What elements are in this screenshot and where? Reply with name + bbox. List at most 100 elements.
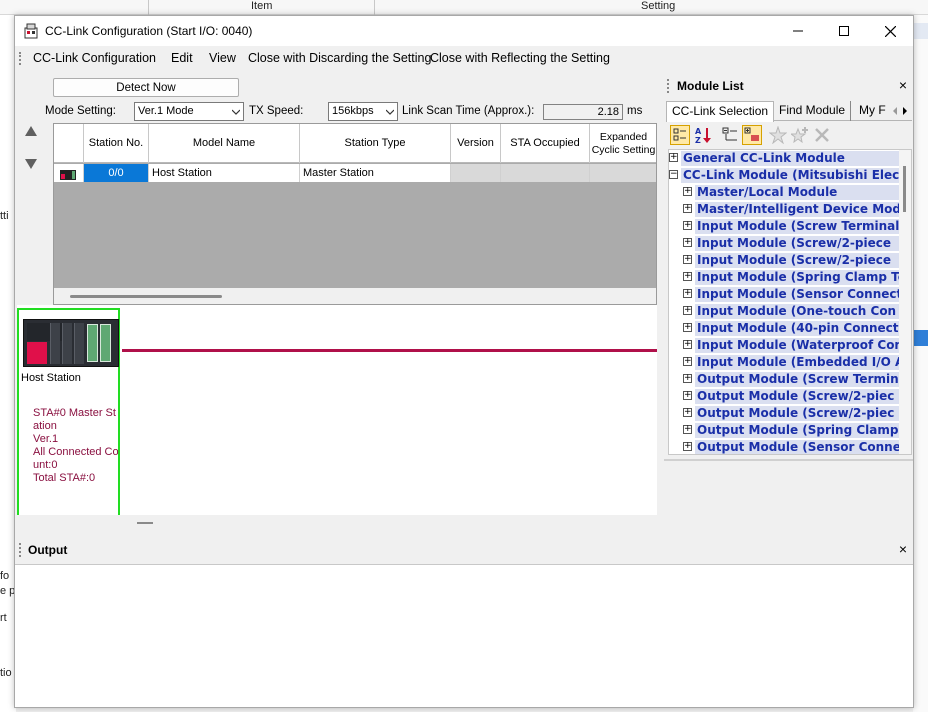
tab-find-module[interactable]: Find Module [774,101,852,121]
menu-cc-link-configuration[interactable]: CC-Link Configuration [33,51,156,65]
expand-plus-icon[interactable]: + [683,323,692,332]
cell-station-type[interactable]: Master Station [300,164,451,182]
expand-plus-icon[interactable]: + [669,153,678,162]
title-bar[interactable]: CC-Link Configuration (Start I/O: 0040) [15,16,913,46]
cell-sta-occupied[interactable] [501,164,590,182]
row-move-arrows [23,123,39,175]
svg-text:Z: Z [695,136,701,144]
grid-horizontal-scrollbar[interactable] [54,288,656,304]
module-tree-scrollbar[interactable] [899,150,911,454]
expand-plus-icon[interactable]: + [683,289,692,298]
add-favorite-button[interactable] [789,125,810,145]
station-info-line: Ver.1 [33,433,59,445]
module-list-title: Module List [677,79,744,93]
module-list-toolbar: A Z [668,123,912,147]
expand-plus-icon[interactable]: + [683,340,692,349]
menu-edit[interactable]: Edit [171,51,193,65]
tree-item-label: Input Module (Sensor Connect [697,287,903,301]
scrollbar-thumb[interactable] [903,166,906,212]
minimize-icon [793,30,803,32]
host-station-node[interactable]: Host Station STA#0 Master St ation Ver.1… [17,308,120,529]
expand-plus-icon[interactable]: + [683,272,692,281]
move-up-icon[interactable] [25,126,37,136]
menu-view[interactable]: View [209,51,236,65]
toolbar-grip[interactable] [19,52,21,65]
menu-close-reflect[interactable]: Close with Reflecting the Setting [430,51,610,65]
move-down-icon[interactable] [25,159,37,169]
expand-plus-icon[interactable]: + [683,238,692,247]
collapse-minus-icon[interactable]: − [669,170,678,179]
cell-expanded-cyclic[interactable] [590,164,656,182]
favorite-button[interactable] [768,125,788,145]
expand-plus-icon[interactable]: + [683,221,692,230]
station-info-line: unt:0 [33,459,58,471]
sort-alphabetical-button[interactable]: A Z [693,125,713,145]
column-header-expanded-cyclic[interactable]: Expanded Cyclic Setting [590,124,656,163]
scrollbar-thumb[interactable] [137,522,153,524]
station-info-line: ation [33,420,57,432]
output-close-icon[interactable]: × [899,541,907,557]
expand-plus-icon[interactable]: + [683,306,692,315]
tree-item-label: Output Module (Screw/2-piec [697,406,895,420]
add-star-icon [789,127,808,144]
background-selected-cell [913,330,928,346]
module-list-close-icon[interactable]: × [899,77,907,93]
expand-plus-icon[interactable]: + [683,204,692,213]
mode-setting-value: Ver.1 Mode [138,105,194,117]
expand-all-button[interactable] [742,125,762,145]
expand-plus-icon[interactable]: + [683,391,692,400]
link-scan-time-unit: ms [627,105,643,117]
station-info-line: STA#0 Master St [33,407,116,419]
mode-setting-select[interactable]: Ver.1 Mode [134,102,244,121]
sort-category-button[interactable] [670,125,690,145]
module-list-tabs: CC-Link Selection Find Module My F [666,101,912,122]
column-header-sta-occupied[interactable]: STA Occupied [501,124,590,163]
tx-speed-value: 156kbps [332,105,374,117]
minimize-button[interactable] [775,16,821,46]
tree-item-label: Input Module (Embedded I/O A [697,355,905,369]
column-header-version[interactable]: Version [451,124,501,163]
expand-plus-icon[interactable]: + [683,357,692,366]
menu-close-discard[interactable]: Close with Discarding the Setting [248,51,431,65]
link-scan-time-label: Link Scan Time (Approx.): [402,105,535,117]
station-info-line: Total STA#:0 [33,472,96,484]
station-info-line: All Connected Co [33,446,119,458]
background-right-fragment [913,15,928,712]
expand-plus-icon[interactable]: + [683,425,692,434]
background-text: rt [0,612,7,624]
table-row[interactable]: 0/0 Host Station Master Station [54,164,656,182]
cc-link-configuration-window: CC-Link Configuration (Start I/O: 0040) … [14,15,914,708]
column-header-station-type[interactable]: Station Type [300,124,451,163]
scrollbar-thumb[interactable] [70,295,222,298]
cell-station-no[interactable]: 0/0 [84,164,149,182]
header-item: Item [251,0,273,12]
tree-item-label: Output Module (Screw Termin [697,372,899,386]
tab-scroll-arrows-icon[interactable] [890,104,910,118]
expand-plus-icon[interactable]: + [683,187,692,196]
delete-favorite-button[interactable] [812,125,832,145]
maximize-button[interactable] [821,16,867,46]
collapse-all-button[interactable] [720,125,740,145]
close-button[interactable] [867,16,913,46]
column-header-station-no[interactable]: Station No. [84,124,149,163]
expand-plus-icon[interactable]: + [683,374,692,383]
tab-cc-link-selection[interactable]: CC-Link Selection [666,101,775,122]
column-header-model-name[interactable]: Model Name [149,124,300,163]
expand-plus-icon[interactable]: + [683,408,692,417]
plc-slot [50,323,60,364]
tab-my-favorites[interactable]: My F [854,101,891,121]
expand-plus-icon[interactable]: + [683,255,692,264]
pane-grip[interactable] [19,543,21,557]
cell-model-name[interactable]: Host Station [149,164,300,182]
pane-grip[interactable] [667,79,669,93]
svg-text:A: A [695,127,702,136]
tree-item-label: Input Module (Screw Terminal) [697,219,905,233]
detect-now-button[interactable]: Detect Now [53,78,239,97]
cell-version[interactable] [451,164,501,182]
expand-plus-icon[interactable]: + [683,442,692,451]
diagram-horizontal-scrollbar[interactable] [17,515,657,531]
cc-link-bus-line [122,349,657,352]
tree-item-label: Input Module (Screw/2-piece [697,236,891,250]
output-text-area[interactable] [15,564,913,707]
tx-speed-select[interactable]: 156kbps [328,102,398,121]
